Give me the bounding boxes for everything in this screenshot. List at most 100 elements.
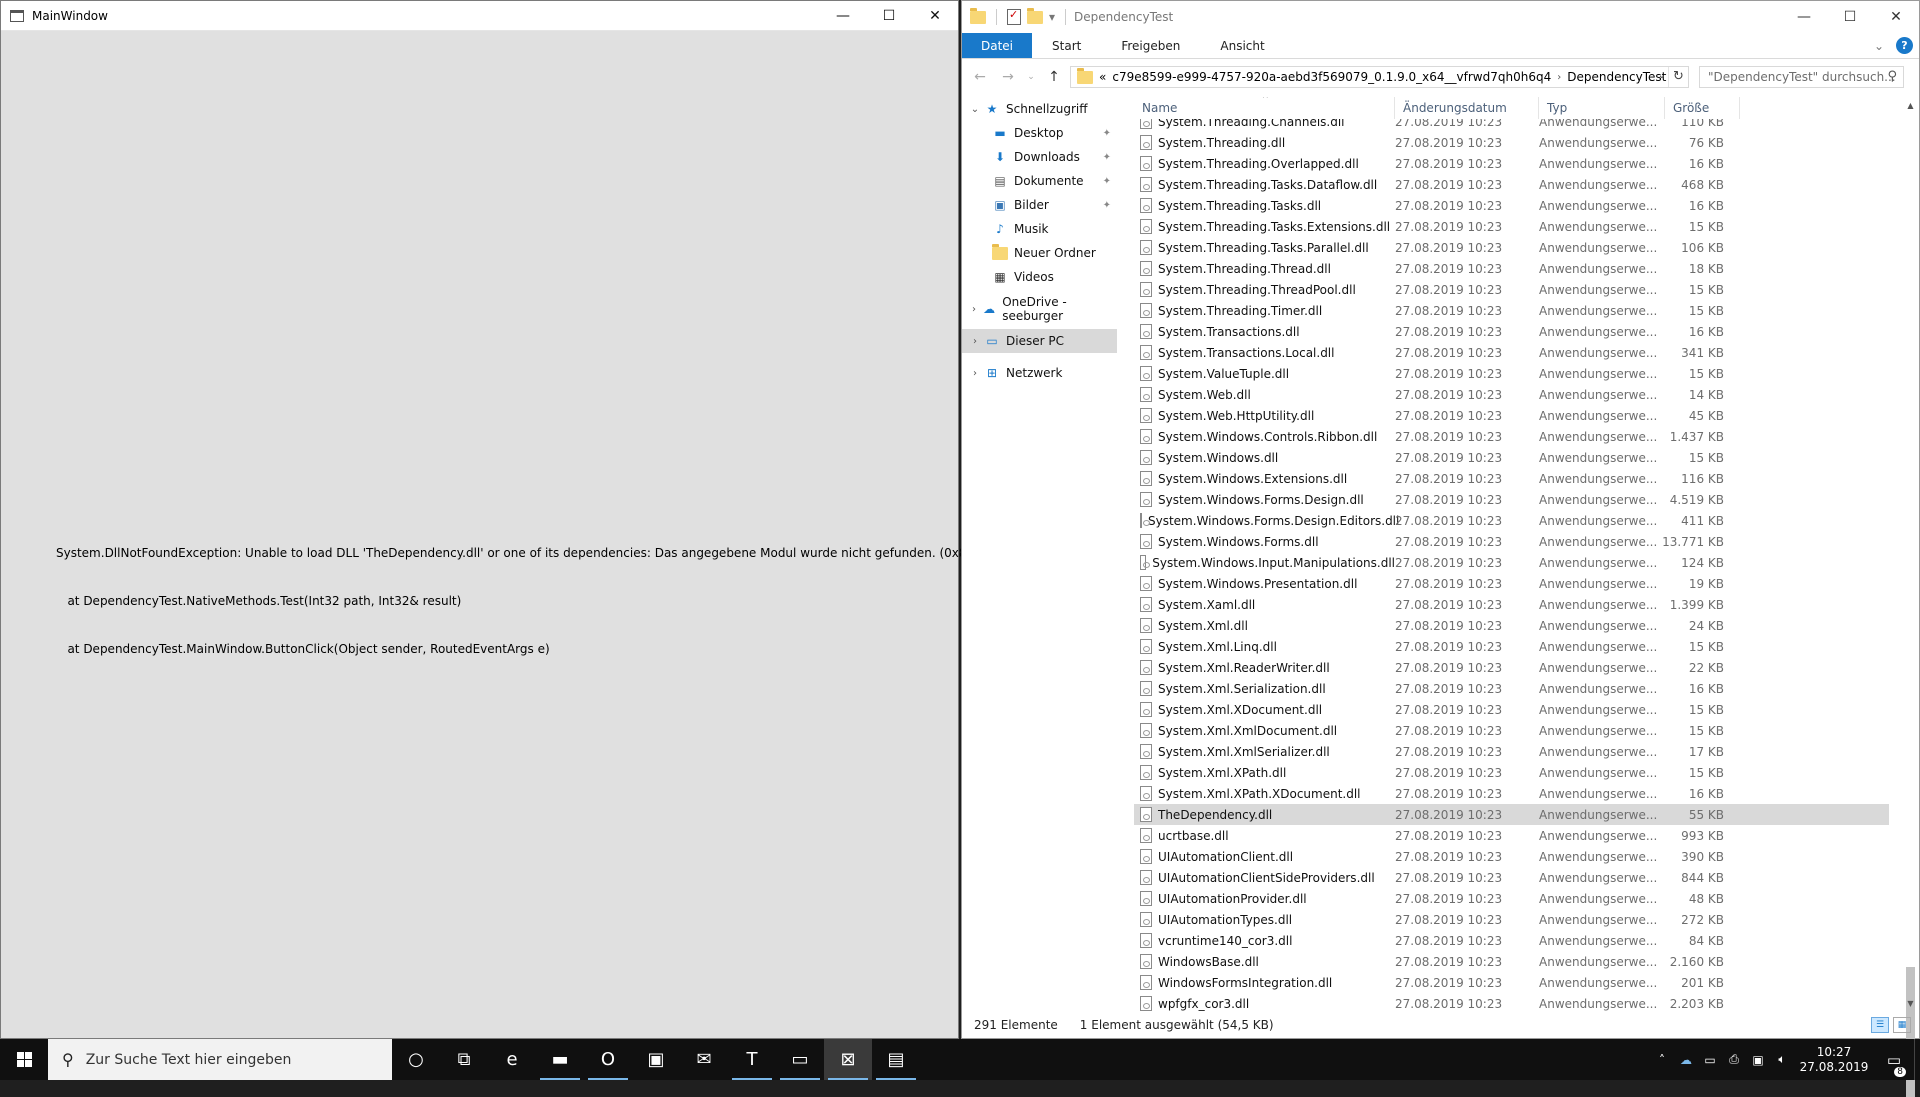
properties-icon[interactable] [1007,8,1021,25]
expand-chevron-icon[interactable]: › [966,336,984,347]
edge-icon[interactable]: e [488,1039,536,1080]
file-name-cell[interactable]: WindowsBase.dll [1134,954,1395,969]
file-name-cell[interactable]: wpfgfx_cor3.dll [1134,996,1395,1011]
file-name-cell[interactable]: System.Xml.Linq.dll [1134,639,1395,654]
file-row[interactable]: System.Transactions.dll 27.08.2019 10:23 A… [1134,321,1889,342]
file-row[interactable]: System.Threading.Tasks.Parallel.dll 27.08… [1134,237,1889,258]
file-row[interactable]: System.Web.HttpUtility.dll 27.08.2019 10:… [1134,405,1889,426]
file-row[interactable]: System.Xml.XmlDocument.dll 27.08.2019 10:… [1134,720,1889,741]
nav-item-neuer-ordner[interactable]: Neuer Ordner [962,241,1117,265]
minimize-button[interactable]: — [1781,1,1827,33]
file-row[interactable]: System.Windows.Presentation.dll 27.08.201… [1134,573,1889,594]
file-row[interactable]: System.ValueTuple.dll 27.08.2019 10:23 Anw… [1134,363,1889,384]
pin-icon[interactable]: ✦ [1103,128,1111,139]
file-name-cell[interactable]: WindowsFormsIntegration.dll [1134,975,1395,990]
task-view-icon[interactable]: ⧉ [440,1039,488,1080]
minimize-button[interactable]: — [820,1,866,30]
file-name-cell[interactable]: System.Xml.XPath.XDocument.dll [1134,786,1395,801]
tab-datei[interactable]: Datei [962,33,1033,58]
nav-quick-access[interactable]: ⌄ ★ Schnellzugriff [962,97,1117,121]
refresh-icon[interactable]: ↻ [1668,67,1688,87]
expand-chevron-icon[interactable]: › [966,304,982,315]
file-name-cell[interactable]: System.Threading.Tasks.Parallel.dll [1134,240,1395,255]
recent-locations-icon[interactable]: ⌄ [1024,72,1038,82]
file-name-cell[interactable]: System.Windows.Input.Manipulations.dll [1134,555,1395,570]
remote-desktop-icon[interactable]: ▤ [872,1039,920,1080]
file-row[interactable]: UIAutomationClientSideProviders.dll 27.08… [1134,867,1889,888]
close-button[interactable]: ✕ [912,1,958,30]
file-name-cell[interactable]: System.Web.HttpUtility.dll [1134,408,1395,423]
column-header-size[interactable]: Größe [1665,97,1740,119]
breadcrumb-current[interactable]: DependencyTest [1567,70,1666,84]
file-row[interactable]: System.Threading.ThreadPool.dll 27.08.201… [1134,279,1889,300]
nav-item-videos[interactable]: ▦ Videos [962,265,1117,289]
file-row[interactable]: System.Threading.Tasks.dll 27.08.2019 10:… [1134,195,1889,216]
file-row[interactable]: WindowsFormsIntegration.dll 27.08.2019 10… [1134,972,1889,993]
pin-icon[interactable]: ✦ [1103,176,1111,187]
file-name-cell[interactable]: System.Xml.dll [1134,618,1395,633]
file-name-cell[interactable]: System.Web.dll [1134,387,1395,402]
explorer-titlebar[interactable]: ▾ DependencyTest — ☐ ✕ [962,1,1919,33]
file-row[interactable]: System.Xml.Serialization.dll 27.08.2019 1… [1134,678,1889,699]
file-name-cell[interactable]: UIAutomationClientSideProviders.dll [1134,870,1395,885]
file-row[interactable]: UIAutomationClient.dll 27.08.2019 10:23 An… [1134,846,1889,867]
file-name-cell[interactable]: System.Windows.Presentation.dll [1134,576,1395,591]
file-name-cell[interactable]: System.Threading.Channels.dll [1134,119,1395,129]
search-input[interactable]: "DependencyTest" durchsuch... ⚲ [1699,66,1904,88]
file-name-cell[interactable]: System.Windows.Extensions.dll [1134,471,1395,486]
tab-ansicht[interactable]: Ansicht [1200,33,1284,58]
file-name-cell[interactable]: System.Windows.Forms.Design.dll [1134,492,1395,507]
start-button[interactable] [0,1039,48,1080]
up-arrow-icon[interactable]: ↑ [1042,69,1066,85]
vertical-scrollbar[interactable]: ▲ ▼ [1902,97,1919,1097]
power-icon[interactable]: ▭ [1698,1053,1722,1067]
expand-ribbon-icon[interactable]: ⌄ [1874,39,1884,53]
column-header-date[interactable]: Änderungsdatum [1395,97,1539,119]
file-row[interactable]: vcruntime140_cor3.dll 27.08.2019 10:23 Anw… [1134,930,1889,951]
file-name-cell[interactable]: System.Xml.XDocument.dll [1134,702,1395,717]
file-name-cell[interactable]: System.Windows.Forms.dll [1134,534,1395,549]
nav-item-musik[interactable]: ♪ Musik [962,217,1117,241]
file-row[interactable]: System.Windows.Controls.Ribbon.dll 27.08.… [1134,426,1889,447]
file-name-cell[interactable]: System.Xml.XPath.dll [1134,765,1395,780]
file-name-cell[interactable]: System.ValueTuple.dll [1134,366,1395,381]
file-row[interactable]: System.Windows.dll 27.08.2019 10:23 Anwend… [1134,447,1889,468]
breadcrumb-segment[interactable]: c79e8599-e999-4757-920a-aebd3f569079_0.1… [1112,70,1551,84]
network-icon[interactable]: ▣ [1746,1053,1770,1067]
file-name-cell[interactable]: TheDependency.dll [1134,807,1395,822]
file-row[interactable]: WindowsBase.dll 27.08.2019 10:23 Anwendung… [1134,951,1889,972]
file-row[interactable]: System.Xml.XDocument.dll 27.08.2019 10:23… [1134,699,1889,720]
file-row[interactable]: System.Web.dll 27.08.2019 10:23 Anwendungs… [1134,384,1889,405]
file-row[interactable]: System.Threading.Tasks.Extensions.dll 27.… [1134,216,1889,237]
large-icons-view-icon[interactable]: ▦ [1893,1017,1911,1033]
nav-item-bilder[interactable]: ▣ Bilder ✦ [962,193,1117,217]
teams-icon[interactable]: T [728,1039,776,1080]
nav-item-downloads[interactable]: ⬇ Downloads ✦ [962,145,1117,169]
file-row[interactable]: System.Threading.Tasks.Dataflow.dll 27.08… [1134,174,1889,195]
file-row[interactable]: System.Windows.Forms.Design.dll 27.08.201… [1134,489,1889,510]
volume-icon[interactable]: 🔈︎ [1770,1052,1794,1067]
file-name-cell[interactable]: UIAutomationClient.dll [1134,849,1395,864]
file-name-cell[interactable]: System.Threading.Tasks.Dataflow.dll [1134,177,1395,192]
collapse-chevron-icon[interactable]: ⌄ [966,104,984,115]
wpf-app-icon[interactable]: ⊠ [824,1039,872,1080]
show-desktop-button[interactable] [1914,1039,1920,1080]
address-bar[interactable]: « c79e8599-e999-4757-920a-aebd3f569079_0… [1070,66,1689,88]
tab-start[interactable]: Start [1032,33,1101,58]
file-name-cell[interactable]: System.Threading.Tasks.dll [1134,198,1395,213]
nav-item-dokumente[interactable]: ▤ Dokumente ✦ [962,169,1117,193]
taskbar-search-input[interactable]: ⚲ Zur Suche Text hier eingeben [48,1039,392,1080]
file-name-cell[interactable]: System.Transactions.dll [1134,324,1395,339]
file-name-cell[interactable]: System.Windows.dll [1134,450,1395,465]
file-row[interactable]: System.Xml.XmlSerializer.dll 27.08.2019 1… [1134,741,1889,762]
expand-chevron-icon[interactable]: › [966,368,984,379]
file-row[interactable]: System.Windows.Extensions.dll 27.08.2019 … [1134,468,1889,489]
file-name-cell[interactable]: System.Threading.Thread.dll [1134,261,1395,276]
file-name-cell[interactable]: ucrtbase.dll [1134,828,1395,843]
file-row[interactable]: ucrtbase.dll 27.08.2019 10:23 Anwendungser… [1134,825,1889,846]
file-row[interactable]: System.Threading.Channels.dll 27.08.2019 … [1134,119,1889,132]
file-row[interactable]: System.Xml.XPath.dll 27.08.2019 10:23 Anwe… [1134,762,1889,783]
file-name-cell[interactable]: System.Threading.Tasks.Extensions.dll [1134,219,1395,234]
maximize-button[interactable]: ☐ [866,1,912,30]
scroll-up-icon[interactable]: ▲ [1902,97,1919,114]
